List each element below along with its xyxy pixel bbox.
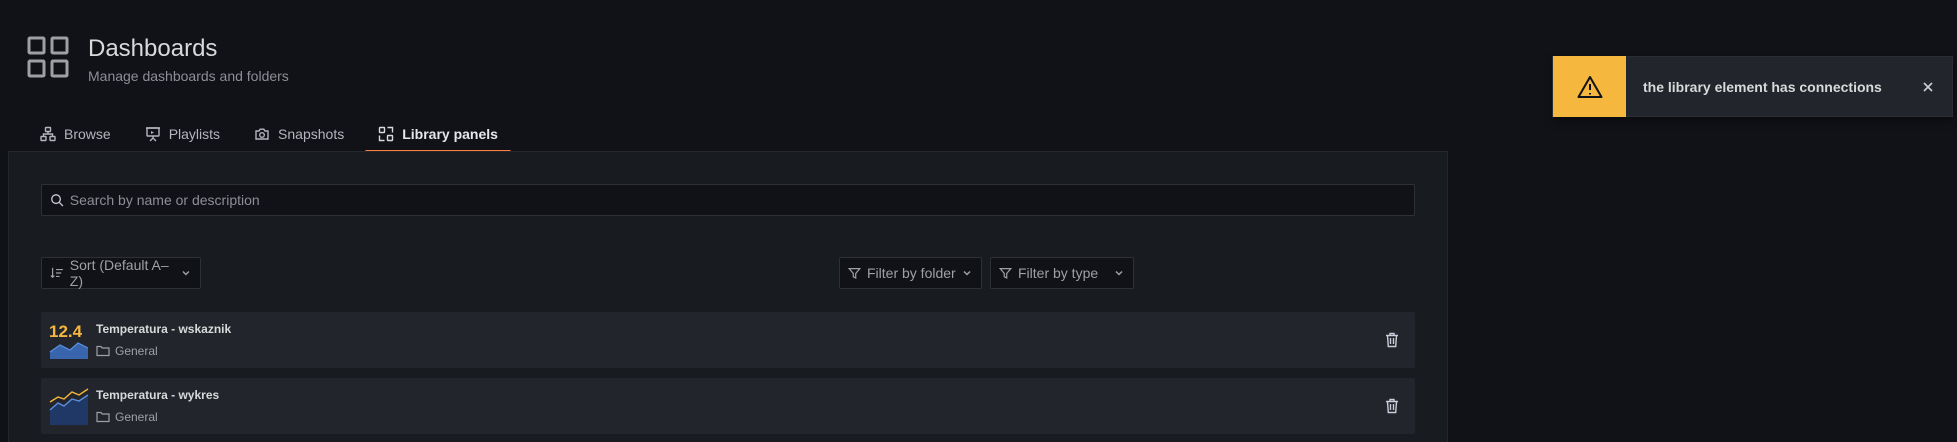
- tab-label: Library panels: [402, 126, 498, 142]
- apps-grid-icon: [27, 36, 69, 78]
- filter-type-label: Filter by type: [1018, 265, 1099, 281]
- sort-amount-icon: [50, 267, 63, 279]
- tab-playlists[interactable]: Playlists: [132, 118, 233, 150]
- presentation-icon: [145, 127, 160, 142]
- chevron-down-icon: [182, 270, 190, 276]
- filter-icon: [848, 267, 861, 279]
- page-subtitle: Manage dashboards and folders: [88, 68, 289, 84]
- folder-icon: [96, 411, 110, 423]
- stat-value: 12.4: [49, 322, 83, 341]
- panel-folder: General: [96, 410, 219, 424]
- page-title: Dashboards: [88, 35, 218, 62]
- library-panel-card[interactable]: 12.4 Temperatura - wskaznik General: [41, 312, 1415, 368]
- page: Dashboards Manage dashboards and folders…: [0, 0, 1957, 442]
- folder-label: General: [115, 410, 158, 424]
- filter-folder-label: Filter by folder: [867, 265, 956, 281]
- close-button[interactable]: [1916, 75, 1940, 99]
- tab-label: Playlists: [168, 126, 221, 142]
- trash-icon[interactable]: [1385, 398, 1399, 414]
- sort-label: Sort (Default A–Z): [69, 257, 169, 289]
- filter-type-select[interactable]: Filter by type: [990, 257, 1134, 289]
- chevron-down-icon: [1115, 270, 1123, 276]
- panel-folder: General: [96, 344, 231, 358]
- filter-icon: [999, 267, 1012, 279]
- library-panel-icon: [379, 126, 394, 142]
- sort-select[interactable]: Sort (Default A–Z): [41, 257, 201, 289]
- tab-label: Snapshots: [278, 126, 345, 142]
- panel-name: Temperatura - wskaznik: [96, 322, 232, 336]
- toast-icon-box: [1553, 56, 1626, 117]
- sitemap-icon: [40, 126, 56, 142]
- search-box: [41, 184, 1415, 216]
- timeseries-panel-thumbnail: [49, 388, 89, 425]
- page-header: Dashboards Manage dashboards and folders: [27, 34, 289, 84]
- camera-icon: [255, 128, 269, 140]
- tab-bar: Browse Playlists Snapshots Library panel…: [27, 118, 519, 153]
- tab-browse[interactable]: Browse: [27, 118, 124, 150]
- search-icon: [51, 194, 64, 207]
- toast-message: the library element has connections: [1643, 78, 1882, 95]
- library-panels-container: Sort (Default A–Z) Filter by folder: [8, 151, 1448, 442]
- warning-triangle-icon: [1577, 75, 1602, 98]
- trash-icon[interactable]: [1385, 332, 1399, 348]
- tab-label: Browse: [64, 126, 111, 142]
- library-panel-card[interactable]: Temperatura - wykres General: [41, 378, 1415, 434]
- panel-name: Temperatura - wykres: [96, 388, 220, 402]
- chevron-down-icon: [963, 270, 971, 276]
- folder-label: General: [115, 344, 158, 358]
- search-input[interactable]: [69, 192, 1414, 208]
- tab-snapshots[interactable]: Snapshots: [241, 118, 357, 150]
- warning-toast: the library element has connections: [1552, 56, 1953, 117]
- tab-library-panels[interactable]: Library panels: [365, 118, 511, 153]
- folder-icon: [96, 345, 110, 357]
- filter-folder-select[interactable]: Filter by folder: [839, 257, 982, 289]
- close-icon: [1923, 81, 1933, 92]
- stat-panel-thumbnail: 12.4: [49, 322, 89, 359]
